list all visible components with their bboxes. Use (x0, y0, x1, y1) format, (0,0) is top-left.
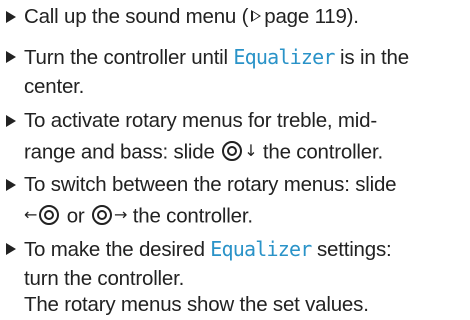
text-segment: the controller. (257, 140, 383, 164)
step-line: Call up the sound menu ( page 119). (0, 2, 470, 32)
controller-knob-icon (222, 141, 243, 161)
step-2: Turn the controller until Equalizer is i… (0, 42, 470, 102)
display-keyword: Equalizer (210, 237, 312, 261)
step-text: To make the desired Equalizer settings: (24, 234, 392, 265)
step-text: To activate rotary menus for treble, mid… (24, 109, 377, 132)
text-segment: or (61, 204, 91, 228)
display-keyword: Equalizer (233, 45, 335, 69)
step-3: To activate rotary menus for treble, mid… (0, 106, 470, 166)
controller-knob-icon (39, 205, 60, 225)
bullet-triangle-icon (6, 115, 16, 127)
bullet-triangle-icon (6, 179, 16, 191)
text-segment: settings: (311, 238, 392, 261)
bullet-triangle-icon (6, 51, 16, 63)
step-text: To switch between the rotary menus: slid… (24, 173, 397, 196)
step-line: range and bass: slide ↓ the controller. (0, 136, 470, 166)
step-text: Call up the sound menu ( page 119). (24, 2, 359, 32)
step-text: range and bass: slide ↓ the controller. (24, 136, 383, 170)
text-segment: the controller. (127, 204, 253, 228)
arrow-left-icon: ← (24, 205, 38, 224)
step-line: To make the desired Equalizer settings: (0, 234, 470, 264)
step-4: To switch between the rotary menus: slid… (0, 170, 470, 230)
text-segment: is in the (334, 46, 409, 69)
step-5: To make the desired Equalizer settings: … (0, 234, 470, 320)
step-line: To switch between the rotary menus: slid… (0, 170, 470, 200)
step-line: center. (0, 72, 470, 102)
controller-knob-icon (92, 205, 113, 225)
step-text: ← or → the controller. (24, 200, 253, 234)
step-1: Call up the sound menu ( page 119). (0, 2, 470, 32)
page-reference-icon (251, 10, 262, 23)
bullet-triangle-icon (6, 243, 16, 255)
step-line: ← or → the controller. (0, 200, 470, 230)
step-text: center. (24, 75, 85, 98)
text-segment: page 119). (264, 5, 359, 28)
arrow-right-icon: → (114, 205, 128, 224)
text-segment: Call up the sound menu ( (24, 5, 249, 28)
arrow-down-icon: ↓ (244, 141, 258, 160)
step-line: Turn the controller until Equalizer is i… (0, 42, 470, 72)
instruction-page: Call up the sound menu ( page 119). Turn … (0, 0, 470, 316)
text-segment: To make the desired (24, 238, 211, 261)
text-segment: Turn the controller until (24, 46, 234, 69)
bullet-triangle-icon (6, 11, 16, 23)
step-text: Turn the controller until Equalizer is i… (24, 42, 409, 73)
step-line: To activate rotary menus for treble, mid… (0, 106, 470, 136)
text-segment: range and bass: slide (24, 140, 221, 164)
